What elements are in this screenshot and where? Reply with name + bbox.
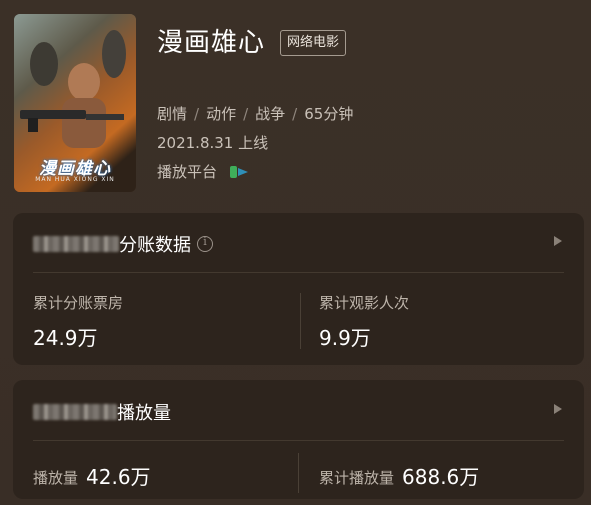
duration: 65分钟	[304, 105, 354, 123]
plays-card-title[interactable]: 播放量	[33, 399, 171, 425]
plays-card: 播放量 播放量 42.6万 累计播放量 688.6万	[13, 380, 584, 499]
stat-divider	[300, 293, 301, 349]
platform-logo-icon[interactable]	[228, 165, 250, 179]
stat-divider	[298, 453, 299, 493]
movie-detail-page: 漫画雄心 MAN HUA XIONG XIN 漫画雄心 网络电影 剧情 / 动作 / 战…	[0, 0, 591, 505]
card-divider	[33, 440, 564, 441]
movie-title: 漫画雄心	[157, 28, 266, 58]
card-divider	[33, 272, 564, 273]
plays-label: 播放量	[33, 469, 79, 487]
genre-2: 动作	[206, 105, 237, 123]
category-badge: 网络电影	[280, 30, 347, 56]
redacted-platform-name	[33, 404, 117, 420]
total-revenue-label: 累计分账票房	[33, 294, 124, 312]
chevron-right-icon[interactable]	[554, 404, 562, 414]
total-viewers-value: 9.9万	[319, 326, 371, 350]
plays-title-text: 播放量	[117, 403, 171, 424]
chevron-right-icon[interactable]	[554, 236, 562, 246]
platform-line: 播放平台	[157, 161, 250, 182]
total-plays-stat: 累计播放量 688.6万	[319, 460, 479, 489]
genre-3: 战争	[255, 105, 286, 123]
genre-1: 剧情	[157, 105, 188, 123]
total-revenue-value: 24.9万	[33, 326, 98, 350]
plays-value: 42.6万	[86, 465, 151, 489]
genre-line: 剧情 / 动作 / 战争 / 65分钟	[157, 103, 353, 124]
separator: /	[243, 105, 249, 123]
redacted-platform-name	[33, 236, 119, 252]
separator: /	[194, 105, 200, 123]
release-date: 2021.8.31 上线	[157, 134, 269, 152]
poster-subtitle: MAN HUA XIONG XIN	[35, 176, 115, 183]
total-viewers-label: 累计观影人次	[319, 294, 410, 312]
box-office-card: 分账数据 累计分账票房 24.9万 累计观影人次 9.9万	[13, 213, 584, 365]
box-office-title-text: 分账数据	[119, 235, 191, 256]
total-plays-value: 688.6万	[402, 465, 480, 489]
platform-label: 播放平台	[157, 163, 218, 181]
box-office-card-title[interactable]: 分账数据	[33, 231, 213, 257]
info-icon[interactable]	[197, 235, 213, 252]
movie-poster[interactable]: 漫画雄心 MAN HUA XIONG XIN	[14, 14, 136, 192]
total-plays-label: 累计播放量	[319, 469, 395, 487]
separator: /	[292, 105, 298, 123]
plays-stat: 播放量 42.6万	[33, 460, 151, 489]
